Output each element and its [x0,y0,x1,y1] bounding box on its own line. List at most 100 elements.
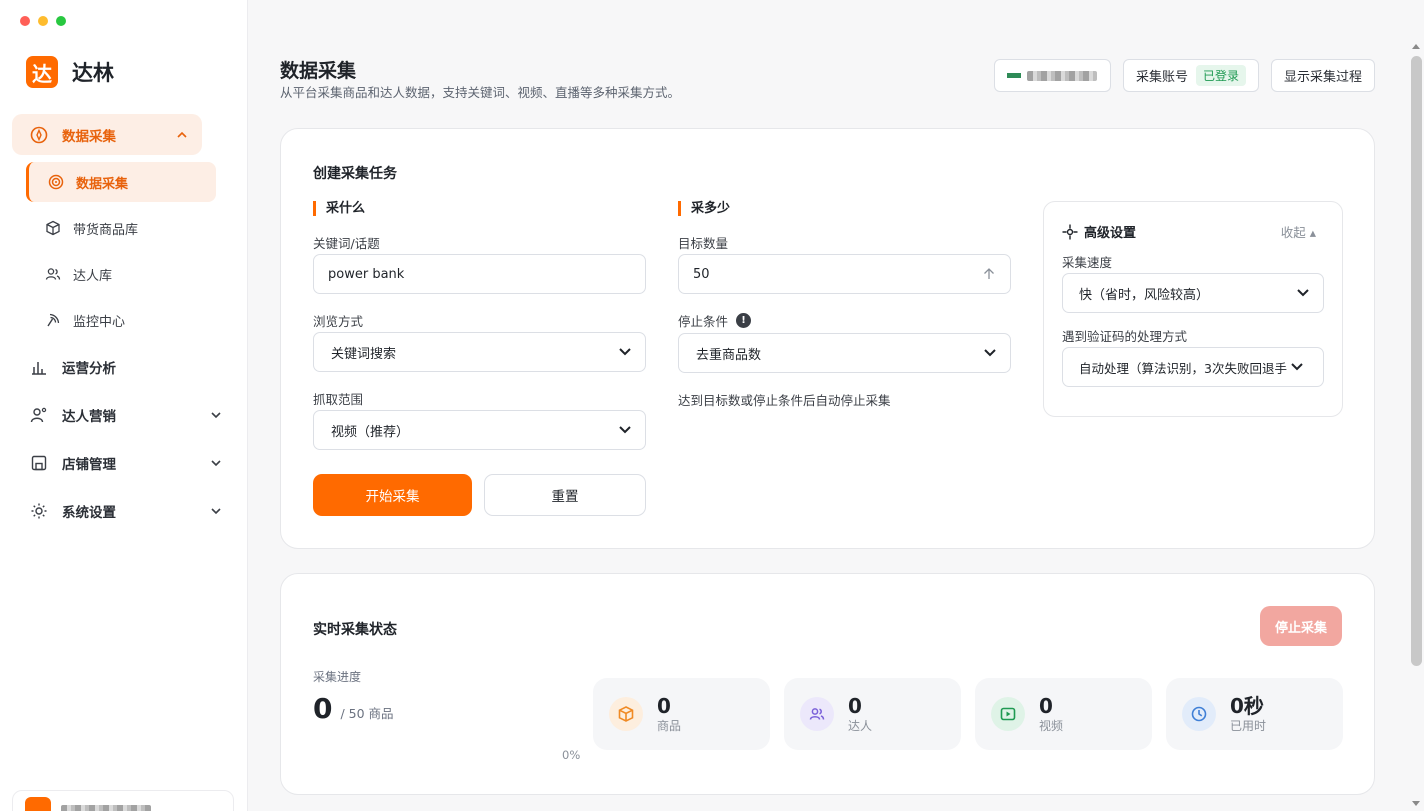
start-collect-button[interactable]: 开始采集 [313,474,472,516]
chevron-down-icon [619,426,631,434]
status-title: 实时采集状态 [313,622,397,638]
scope-label-text: 抓取范围 [313,392,364,407]
collect-account-button[interactable]: 采集账号 已登录 [1122,59,1259,92]
browse-mode-value: 关键词搜索 [331,346,397,362]
stop-condition-label-text: 停止条件 [678,314,729,329]
info-icon[interactable]: ! [736,313,752,328]
stop-collect-button[interactable]: 停止采集 [1260,606,1342,646]
sidebar-item-label: 达人库 [73,268,113,284]
reset-button[interactable]: 重置 [484,474,646,516]
progress-total: / 50 商品 [340,706,394,721]
chevron-down-icon [984,349,996,357]
realtime-status-card: 实时采集状态 停止采集 采集进度 0 / 50 商品 0% 0 商品 0 达人 … [280,573,1375,795]
sidebar-item-monitor-center[interactable]: 监控中心 [12,300,236,340]
maximize-window-button[interactable] [56,16,66,26]
sidebar-nav: 数据采集 数据采集 带货商品库 达人库 监控中心 运营分析 达人营销 店铺管理 … [12,114,236,538]
stat-elapsed-time: 0秒 已用时 [1166,678,1343,750]
chevron-down-icon [210,457,222,469]
stat-value: 0 [1039,693,1053,718]
collapse-button[interactable]: 收起 ▴ [1281,222,1316,241]
chevron-down-icon [1297,289,1309,297]
redacted-account-id [1026,70,1097,81]
sidebar-item-label: 监控中心 [73,314,126,330]
user-star-icon [30,406,48,424]
show-process-button[interactable]: 显示采集过程 [1270,59,1375,92]
sidebar-item-product-library[interactable]: 带货商品库 [12,208,236,248]
create-task-title: 创建采集任务 [313,166,397,182]
sidebar-item-influencer-library[interactable]: 达人库 [12,254,236,294]
captcha-select[interactable]: 自动处理（算法识别，3次失败回退手 [1062,347,1324,387]
sidebar-group-label: 数据采集 [62,128,116,145]
page-subtitle: 从平台采集商品和达人数据，支持关键词、视频、直播等多种采集方式。 [280,85,681,100]
users-icon [800,697,834,731]
stat-videos: 0 视频 [975,678,1152,750]
stop-condition-label: 停止条件 ! [678,311,752,330]
captcha-label: 遇到验证码的处理方式 [1062,326,1187,345]
progress-percent: 0% [562,748,581,762]
scrollbar-thumb[interactable] [1411,56,1422,666]
chevron-down-icon [210,409,222,421]
stop-condition-select[interactable]: 去重商品数 [678,333,1011,373]
stat-value: 0 [848,693,862,718]
sidebar-group-system-settings[interactable]: 系统设置 [12,490,236,531]
sidebar-group-data-collection[interactable]: 数据采集 [12,114,202,155]
account-switcher[interactable] [993,59,1111,92]
target-quantity-value: 50 [693,266,710,282]
advanced-settings-title: 高级设置 [1062,222,1136,241]
close-window-button[interactable] [20,16,30,26]
create-task-card: 创建采集任务 采什么 关键词/话题 power bank 浏览方式 关键词搜索 … [280,128,1375,549]
crosshair-icon [1062,224,1078,239]
scope-select[interactable]: 视频（推荐） [313,410,646,450]
box-icon [609,697,643,731]
speed-select[interactable]: 快（省时，风险较高） [1062,273,1324,313]
minimize-window-button[interactable] [38,16,48,26]
keyword-label: 关键词/话题 [313,233,380,252]
sidebar-item-label: 带货商品库 [73,222,139,238]
arrow-up-icon[interactable] [982,267,996,281]
sidebar-group-influencer-marketing[interactable]: 达人营销 [12,394,236,435]
sidebar-group-label: 系统设置 [62,504,116,521]
compass-icon [30,126,48,144]
stat-products: 0 商品 [593,678,770,750]
browse-label: 浏览方式 [313,311,363,330]
progress-label: 采集进度 [313,670,362,684]
brand-logo: 达 [26,56,58,88]
radar-icon [45,312,61,328]
stat-label: 视频 [1039,718,1064,733]
keyword-input[interactable]: power bank [313,254,646,294]
gear-icon [30,502,48,520]
keyword-input-value: power bank [328,266,405,282]
browse-label-text: 浏览方式 [313,314,364,329]
stat-text: 0 视频 [1039,695,1063,734]
brand-name: 达林 [72,61,114,85]
progress-readout: 0 / 50 商品 [313,692,394,725]
header-actions: 采集账号 已登录 显示采集过程 [993,59,1375,92]
stop-condition-value: 去重商品数 [696,347,762,363]
browse-mode-select[interactable]: 关键词搜索 [313,332,646,372]
stat-label: 达人 [848,718,873,733]
user-card[interactable] [12,790,234,811]
target-icon [48,174,64,190]
keyword-label-text: 关键词/话题 [313,236,380,251]
stat-label: 商品 [657,718,682,733]
stat-text: 0秒 已用时 [1230,695,1266,734]
stat-label: 已用时 [1230,718,1267,733]
stat-value: 0 [657,693,671,718]
scroll-down-arrow[interactable] [1411,800,1421,808]
sidebar-group-operations-analysis[interactable]: 运营分析 [12,346,236,387]
chevron-up-icon [176,129,188,141]
chevron-down-icon [1291,363,1303,371]
progress-value: 0 [313,692,333,725]
sidebar-group-label: 达人营销 [62,408,116,425]
sidebar-group-label: 店铺管理 [62,456,116,473]
window-controls [20,16,66,26]
sidebar-group-store-management[interactable]: 店铺管理 [12,442,236,483]
scroll-up-arrow[interactable] [1411,42,1421,50]
sidebar-item-label: 数据采集 [76,176,129,192]
stat-value: 0秒 [1230,693,1264,718]
target-label: 目标数量 [678,233,728,252]
target-quantity-input[interactable]: 50 [678,254,1011,294]
brand: 达 达林 [26,56,114,88]
stop-hint: 达到目标数或停止条件后自动停止采集 [678,393,891,408]
sidebar-item-data-collection[interactable]: 数据采集 [26,162,216,202]
